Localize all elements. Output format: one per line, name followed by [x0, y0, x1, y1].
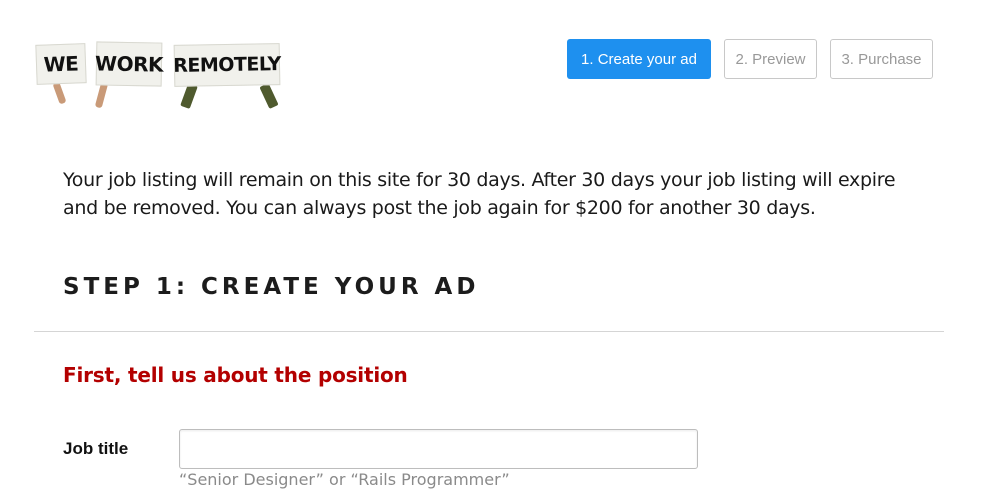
job-title-label: Job title	[63, 439, 129, 458]
step-create-ad[interactable]: 1. Create your ad	[567, 39, 711, 79]
arm-graphic	[52, 81, 67, 105]
arm-graphic	[180, 83, 198, 109]
position-subheading: First, tell us about the position	[63, 363, 408, 387]
step-preview[interactable]: 2. Preview	[724, 39, 817, 79]
logo-sign-we: WE	[35, 43, 87, 85]
arm-graphic	[259, 83, 279, 109]
job-title-hint: “Senior Designer” or “Rails Programmer”	[179, 470, 510, 489]
logo-sign-remotely: REMOTELY	[173, 43, 281, 87]
listing-duration-notice: Your job listing will remain on this sit…	[63, 169, 896, 219]
section-divider	[34, 331, 944, 332]
step-purchase[interactable]: 3. Purchase	[830, 39, 933, 79]
step-heading: STEP 1: CREATE YOUR AD	[63, 274, 480, 300]
logo-sign-work: WORK	[95, 41, 163, 87]
job-title-input[interactable]	[179, 429, 698, 469]
we-work-remotely-logo[interactable]: WE WORK REMOTELY	[34, 38, 284, 110]
